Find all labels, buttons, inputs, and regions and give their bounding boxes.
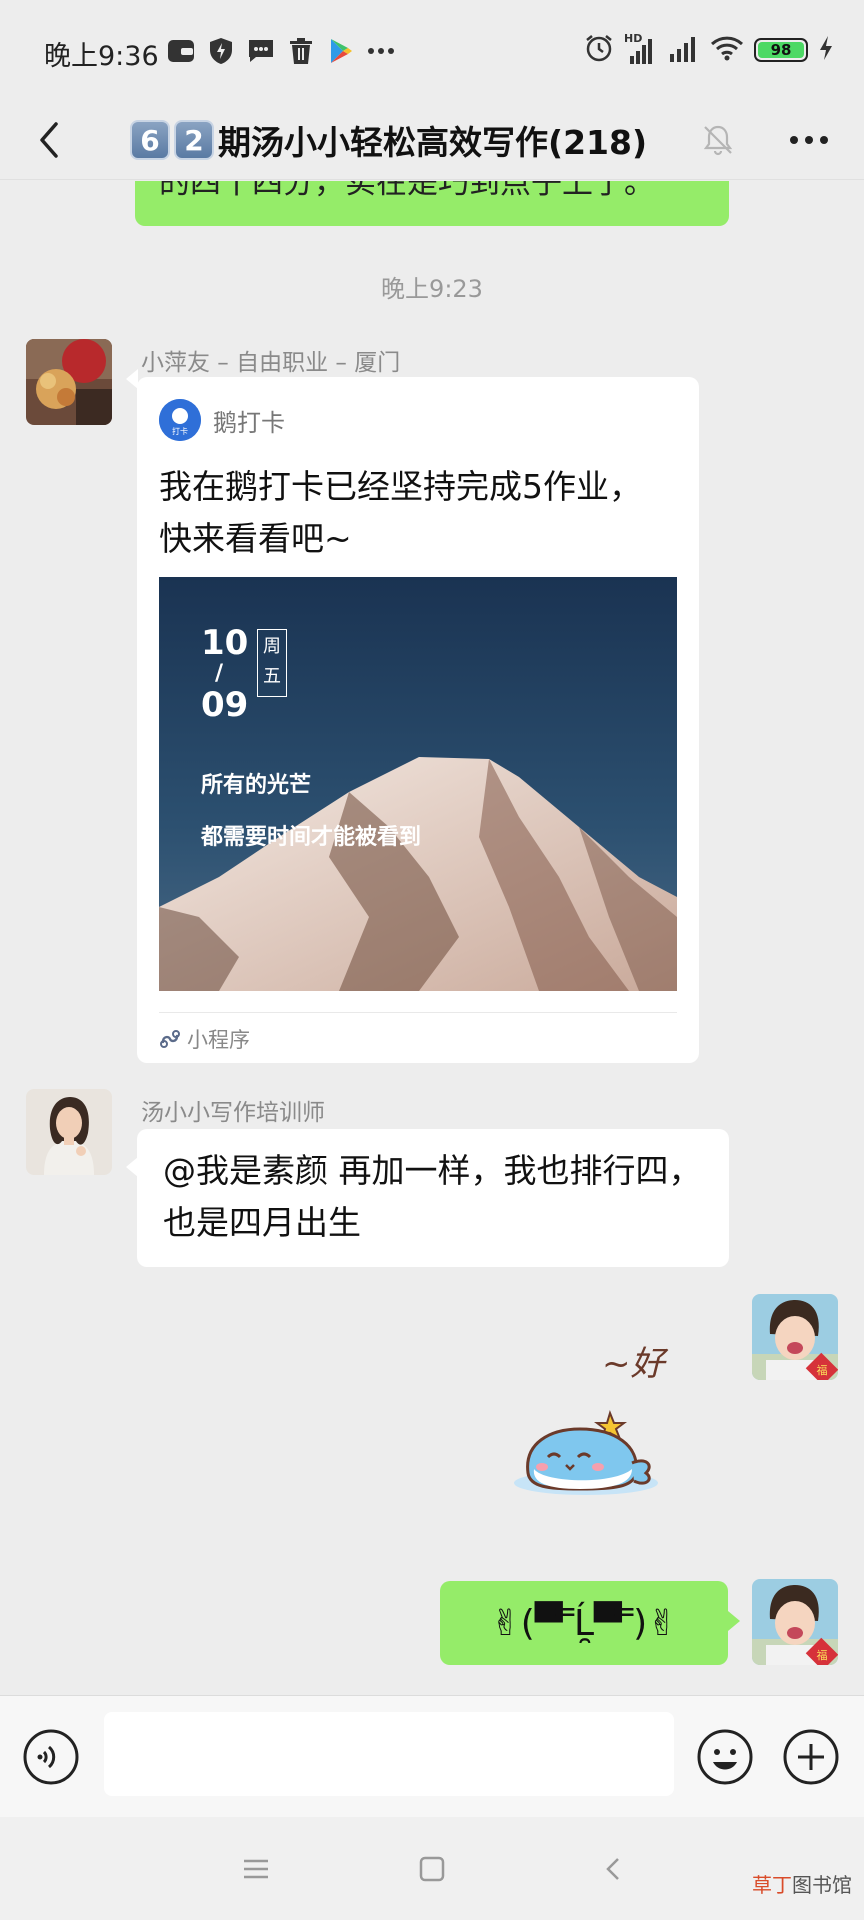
self-avatar[interactable]: 福 <box>752 1294 838 1380</box>
emoji-button[interactable] <box>696 1728 754 1786</box>
sender-name: 小萍友 – 自由职业 – 厦门 <box>141 350 401 376</box>
shield-icon <box>206 36 236 66</box>
message-bubble-other[interactable]: @我是素颜 再加一样，我也排行四，也是四月出生 <box>137 1129 729 1267</box>
chat-header: 6 2 期汤小小轻松高效写作(218) <box>0 100 864 180</box>
alarm-icon <box>584 33 614 67</box>
watermark-text-2: 图书馆 <box>792 1873 852 1897</box>
system-nav-bar: 草丁图书馆 <box>0 1817 864 1920</box>
signal-icon: HD <box>624 32 658 66</box>
more-actions-button[interactable] <box>782 1728 840 1786</box>
card-header: 打卡 鹅打卡 <box>159 399 285 441</box>
message-input-bar <box>0 1695 864 1817</box>
watermark-text-1: 草丁 <box>752 1873 792 1897</box>
battery-icon: 98 <box>754 38 808 62</box>
nav-back-button[interactable] <box>594 1849 634 1889</box>
more-dots-icon <box>366 36 396 66</box>
image-caption-line-1: 所有的光芒 <box>201 772 312 798</box>
avatar[interactable] <box>26 1089 112 1175</box>
number-badge: 2 <box>174 120 214 160</box>
app-name: 鹅打卡 <box>213 408 285 437</box>
image-month: 10 <box>201 623 249 663</box>
card-divider <box>159 1012 677 1013</box>
back-button[interactable] <box>24 112 80 168</box>
svg-text:福: 福 <box>817 1363 828 1377</box>
mini-program-card[interactable]: 打卡 鹅打卡 我在鹅打卡已经坚持完成5作业，快来看看吧~ 10 / 09 周五 … <box>137 377 699 1063</box>
avatar[interactable] <box>26 339 112 425</box>
self-avatar[interactable]: 福 <box>752 1579 838 1665</box>
play-store-icon <box>326 36 356 66</box>
card-image-date: 10 / 09 <box>201 623 248 725</box>
app-logo-icon: 打卡 <box>159 399 201 441</box>
signal-icon <box>668 33 700 67</box>
sticker-text: ~好 <box>602 1344 668 1384</box>
nav-home-button[interactable] <box>412 1849 452 1889</box>
square-icon <box>419 1856 445 1882</box>
message-bubble-self[interactable]: 的四十四分，实在是巧到点子上了。 <box>135 181 729 226</box>
message-icon <box>246 36 276 66</box>
bubble-tail <box>728 1611 740 1631</box>
chevron-left-icon <box>40 122 58 158</box>
card-footer-label: 小程序 <box>187 1028 250 1052</box>
status-notification-icons <box>166 34 396 68</box>
app-logo-text: 打卡 <box>172 426 188 436</box>
charging-icon <box>818 35 834 65</box>
status-bar: 晚上9:36 HD 98 <box>0 0 864 100</box>
status-system-icons: HD 98 <box>584 30 834 70</box>
chevron-left-icon <box>606 1858 619 1880</box>
card-title: 我在鹅打卡已经坚持完成5作业，快来看看吧~ <box>159 467 642 558</box>
image-weekday: 周五 <box>257 629 287 697</box>
status-time: 晚上9:36 <box>44 41 159 72</box>
message-bubble-self[interactable]: ✌(▀ ̿Ĺ̯▀ ̿)✌ <box>440 1581 728 1665</box>
svg-text:福: 福 <box>817 1648 828 1662</box>
message-text: ✌(▀ ̿Ĺ̯▀ ̿)✌ <box>490 1602 678 1644</box>
image-caption-line-2: 都需要时间才能被看到 <box>201 824 422 850</box>
trash-icon <box>286 36 316 66</box>
battery-level: 98 <box>758 41 804 59</box>
sender-name: 汤小小写作培训师 <box>141 1100 325 1126</box>
more-dots-icon <box>790 136 828 144</box>
message-text: @我是素颜 再加一样，我也排行四，也是四月出生 <box>163 1151 702 1242</box>
image-day: 09 <box>201 685 249 725</box>
wallet-icon <box>166 36 196 66</box>
chat-title: 6 2 期汤小小轻松高效写作(218) <box>130 100 647 180</box>
wifi-icon <box>710 34 744 66</box>
mute-bell-icon <box>700 122 736 158</box>
nav-menu-button[interactable] <box>236 1849 276 1889</box>
smiley-icon <box>697 1729 753 1785</box>
card-footer: 小程序 <box>159 1024 250 1054</box>
chat-message-list[interactable]: 的四十四分，实在是巧到点子上了。 晚上9:23 小萍友 – 自由职业 – 厦门 … <box>0 181 864 1695</box>
image-date-slash: / <box>215 661 224 686</box>
message-text: 的四十四分，实在是巧到点子上了。 <box>159 181 655 201</box>
number-badge: 6 <box>130 120 170 160</box>
voice-icon <box>23 1729 79 1785</box>
card-image: 10 / 09 周五 所有的光芒 都需要时间才能被看到 <box>159 577 677 991</box>
mini-program-icon <box>160 1030 180 1048</box>
plus-icon <box>783 1729 839 1785</box>
watermark: 草丁图书馆 <box>752 1869 852 1898</box>
sticker-whale[interactable]: ~好 <box>514 1333 684 1523</box>
menu-icon <box>244 1859 268 1879</box>
message-timestamp: 晚上9:23 <box>381 275 483 303</box>
more-options-button[interactable] <box>784 122 834 158</box>
group-name: 期汤小小轻松高效写作(218) <box>218 123 648 162</box>
voice-input-button[interactable] <box>22 1728 80 1786</box>
message-input[interactable] <box>104 1712 674 1796</box>
